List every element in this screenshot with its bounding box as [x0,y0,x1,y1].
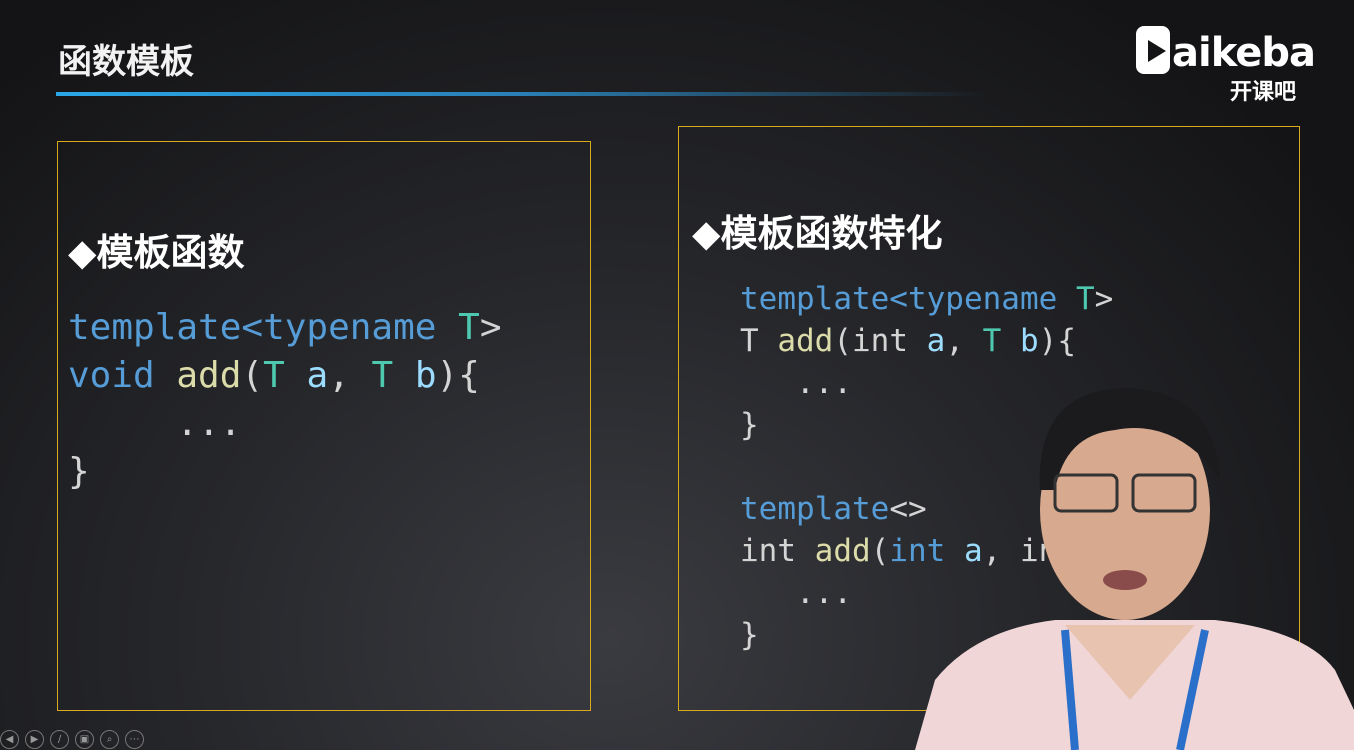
pen-icon[interactable]: / [50,730,69,749]
title-underline [56,92,986,96]
code-line: void add(T a, T b){ [68,352,502,400]
code-token: a [926,323,946,359]
logo-word: aikeba [1172,30,1316,76]
code-token: T [1075,281,1095,317]
code-line: template<typename T> [740,278,1113,320]
code-token: > [1094,281,1114,317]
code-line: T add(int a, T b){ [740,320,1113,362]
code-token: T [263,355,307,396]
code-token: ... [740,575,852,611]
previous-icon[interactable]: ◀ [0,730,19,749]
code-token: , [945,323,983,359]
code-token: ( [241,355,264,396]
kaikeba-logo: aikeba 开课吧 [1136,26,1321,105]
code-token: b [414,355,437,396]
more-icon[interactable]: ⋯ [125,730,144,749]
code-token: } [68,451,90,492]
code-token: add [176,355,242,396]
right-heading: ◆模板函数特化 [692,212,943,255]
slide-title: 函数模板 [58,42,194,82]
code-token: b [1019,323,1039,359]
code-token: ... [68,403,242,444]
code-token: T [740,323,778,359]
code-token: template [740,491,890,527]
code-line: template<typename T> [68,304,502,352]
code-token: , [328,355,372,396]
next-icon[interactable]: ▶ [25,730,44,749]
code-token: template<typename [68,307,459,348]
code-token: ){ [1038,323,1076,359]
code-token: } [740,617,759,653]
code-token: } [740,407,759,443]
code-token: int [740,533,815,569]
code-token: T [982,323,1020,359]
code-token: a [306,355,329,396]
code-token: > [479,307,502,348]
left-heading: ◆模板函数 [68,231,245,274]
slides-icon[interactable]: ▣ [75,730,94,749]
zoom-icon[interactable]: ⌕ [100,730,119,749]
code-token: add [814,533,871,569]
code-token: ){ [436,355,480,396]
code-token: T [458,307,480,348]
code-token: T [371,355,415,396]
code-token: void [68,355,177,396]
code-line: ... [68,400,502,448]
code-token: ( [870,533,890,569]
code-token: add [777,323,834,359]
presenter-video [915,388,1354,750]
code-token: template<typename [740,281,1076,317]
slideshow-controls: ◀ ▶ / ▣ ⌕ ⋯ [0,730,144,749]
left-code: template<typename T> void add(T a, T b){ … [68,304,502,496]
code-line: } [68,448,502,496]
logo-cn: 开课吧 [1230,80,1297,105]
code-token: ... [740,365,852,401]
code-token: (int [833,323,927,359]
logo-play-icon [1136,26,1170,74]
